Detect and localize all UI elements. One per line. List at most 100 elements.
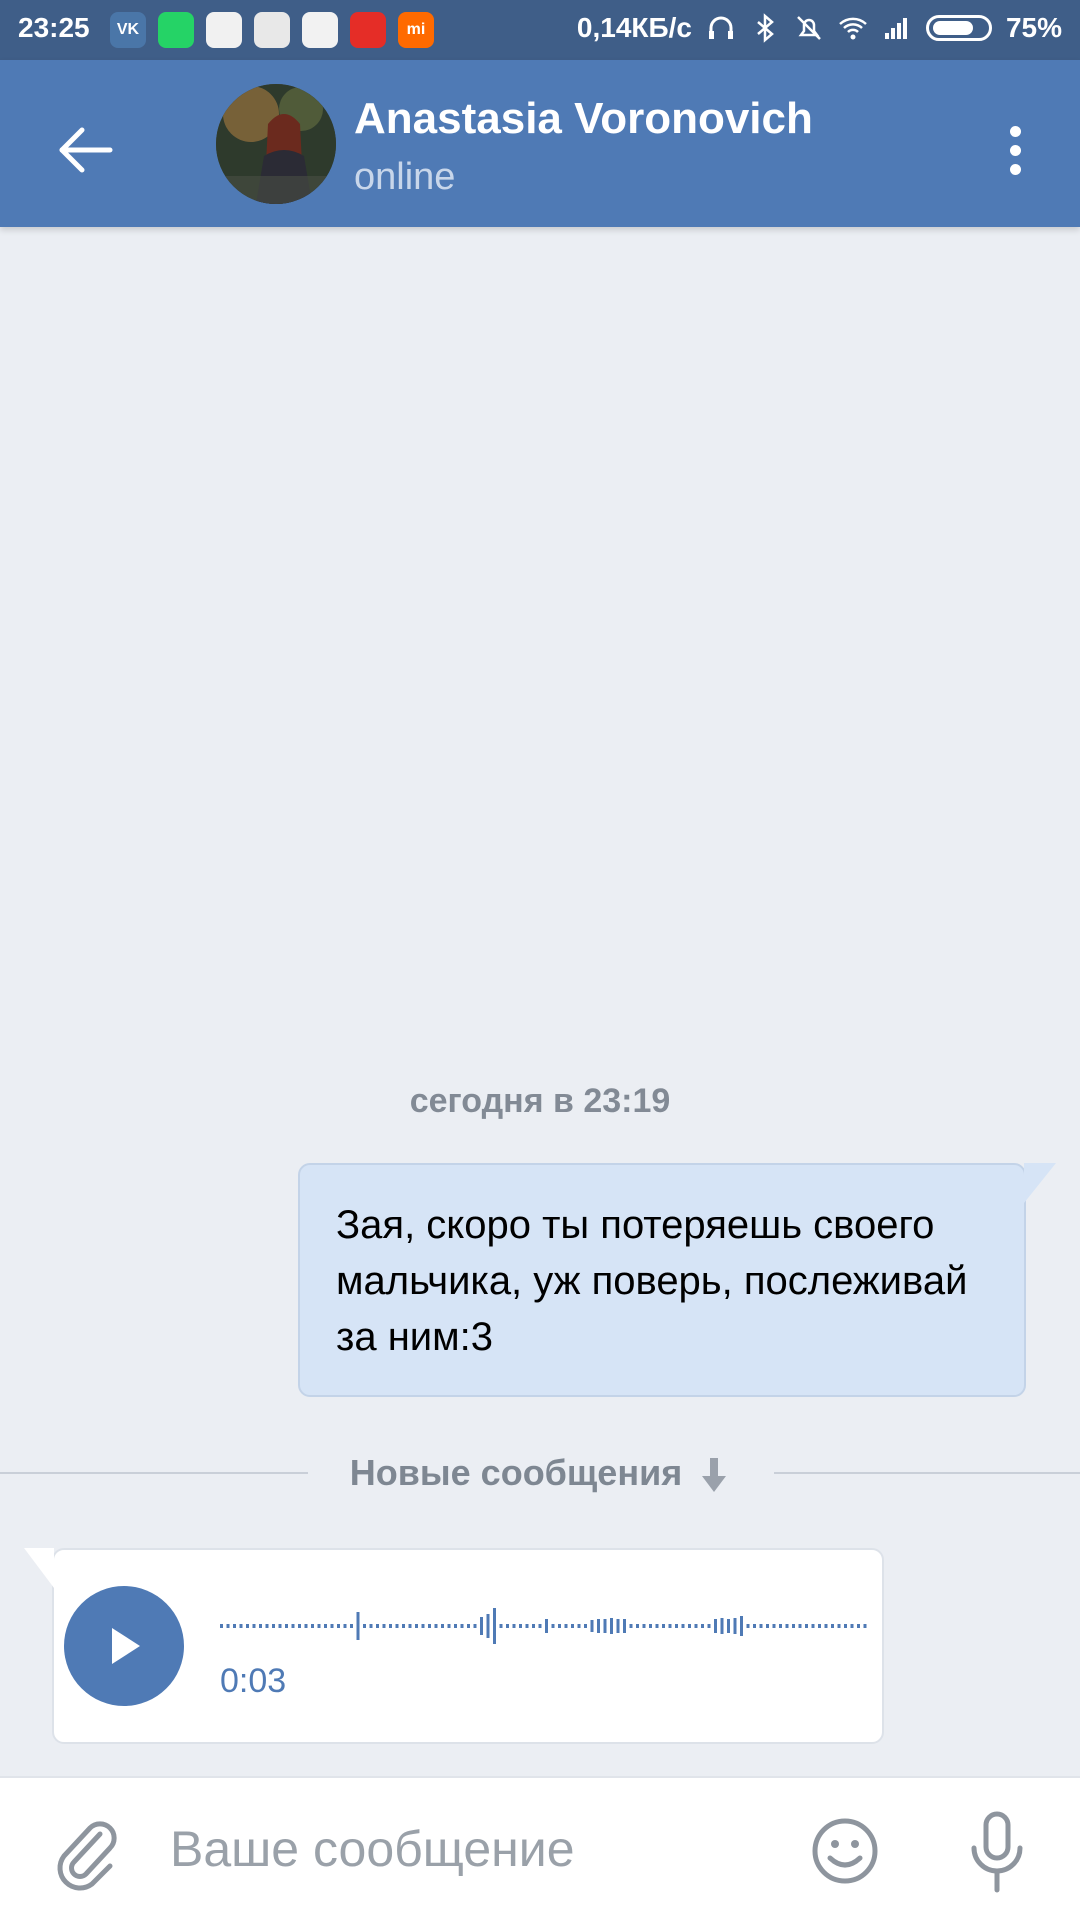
- waveform-bar: [844, 1624, 847, 1628]
- outgoing-message-bubble[interactable]: Зая, скоро ты потеряешь своего мальчика,…: [298, 1163, 1056, 1397]
- waveform-bar: [304, 1624, 308, 1628]
- waveform-bar: [220, 1624, 223, 1628]
- youtube-app-icon: [350, 12, 386, 48]
- waveform-bar: [265, 1624, 269, 1628]
- waveform-bar: [681, 1624, 685, 1628]
- waveform-bar: [603, 1619, 607, 1633]
- vk-app-icon: VK: [110, 12, 146, 48]
- waveform-bar: [720, 1618, 724, 1634]
- waveform-bar: [629, 1624, 633, 1628]
- waveform-bar: [330, 1624, 334, 1628]
- waveform-bar: [506, 1624, 509, 1628]
- status-time: 23:25: [18, 12, 90, 43]
- emoji-icon[interactable]: [810, 1816, 880, 1886]
- waveform-bar: [337, 1624, 340, 1628]
- waveform-bar: [324, 1624, 327, 1628]
- waveform-bar: [818, 1624, 821, 1628]
- notification-icons: VK mi: [110, 12, 434, 48]
- signal-icon: [884, 18, 907, 39]
- waveform-bar: [766, 1624, 769, 1628]
- waveform-bar: [369, 1624, 373, 1628]
- waveform-bar: [571, 1624, 574, 1628]
- heart-app-icon: [302, 12, 338, 48]
- waveform-bar: [525, 1624, 529, 1628]
- waveform-bar: [291, 1624, 295, 1628]
- back-arrow-icon[interactable]: [48, 110, 128, 190]
- waveform-bar: [636, 1624, 639, 1628]
- waveform-bar: [272, 1624, 275, 1628]
- waveform-bar: [779, 1624, 782, 1628]
- play-icon: [112, 1628, 140, 1664]
- waveform-bar: [486, 1614, 490, 1638]
- bell-off-icon: [797, 16, 821, 40]
- waveform-bar: [532, 1624, 535, 1628]
- waveform-bar: [395, 1624, 399, 1628]
- waveform-bar: [447, 1624, 451, 1628]
- waveform-bar: [837, 1624, 841, 1628]
- message-input-bar: [0, 1776, 1080, 1922]
- contact-avatar[interactable]: [216, 84, 336, 204]
- waveform-bar: [863, 1624, 867, 1628]
- waveform-bar: [701, 1624, 704, 1628]
- chrome-app-icon: [254, 12, 290, 48]
- waveform-bar: [772, 1624, 776, 1628]
- waveform-bar: [610, 1618, 613, 1634]
- waveform-bar: [798, 1624, 802, 1628]
- waveform-bar: [298, 1624, 301, 1628]
- new-messages-separator: Новые сообщения: [0, 1452, 1080, 1494]
- waveform-bar: [824, 1624, 828, 1628]
- waveform-bar: [831, 1624, 834, 1628]
- new-messages-label: Новые сообщения: [349, 1452, 683, 1493]
- waveform-bar: [350, 1624, 353, 1628]
- waveform-bar: [616, 1619, 620, 1633]
- whatsapp-app-icon: [158, 12, 194, 48]
- chat-header: Anastasia Voronovich online: [0, 60, 1080, 227]
- waveform-bar: [512, 1624, 516, 1628]
- waveform-bar: [733, 1618, 737, 1634]
- waveform-bar: [759, 1624, 763, 1628]
- waveform-bar: [467, 1624, 470, 1628]
- microphone-icon[interactable]: [962, 1810, 1032, 1894]
- waveform-bar: [642, 1624, 646, 1628]
- waveform-bar: [577, 1624, 581, 1628]
- waveform-bar: [252, 1624, 256, 1628]
- waveform-bar: [551, 1624, 555, 1628]
- waveform-bar: [382, 1624, 386, 1628]
- waveform-bar: [655, 1624, 659, 1628]
- waveform-bar: [662, 1624, 665, 1628]
- waveform-bar: [499, 1624, 503, 1628]
- waveform-bar: [623, 1619, 626, 1633]
- bluetooth-icon: [757, 13, 774, 43]
- contact-name[interactable]: Anastasia Voronovich: [354, 94, 813, 144]
- outgoing-message-text: Зая, скоро ты потеряешь своего мальчика,…: [336, 1203, 968, 1359]
- waveform-bar: [564, 1624, 568, 1628]
- waveform-bar: [317, 1624, 321, 1628]
- waveform-bar: [727, 1619, 730, 1633]
- waveform-bar: [421, 1624, 425, 1628]
- waveform-bar: [740, 1616, 743, 1636]
- waveform-bar: [649, 1624, 652, 1628]
- waveform-bar: [850, 1624, 854, 1628]
- mi-app-icon: mi: [398, 12, 434, 48]
- waveform-bar: [285, 1624, 288, 1628]
- waveform-bar: [259, 1624, 262, 1628]
- more-options-icon[interactable]: [980, 110, 1050, 190]
- play-button[interactable]: [64, 1586, 184, 1706]
- waveform-bar: [415, 1624, 418, 1628]
- waveform-bar: [857, 1624, 860, 1628]
- waveform-bar: [402, 1624, 405, 1628]
- waveform-bar: [239, 1624, 243, 1628]
- waveform-bar: [746, 1624, 750, 1628]
- waveform-bar: [545, 1619, 548, 1633]
- waveform-bar: [785, 1624, 789, 1628]
- waveform-bar: [753, 1624, 756, 1628]
- waveform-bar: [408, 1624, 412, 1628]
- waveform-bar: [805, 1624, 808, 1628]
- message-input[interactable]: [168, 1808, 772, 1890]
- paperclip-icon[interactable]: [50, 1812, 120, 1892]
- incoming-voice-message: 0:03: [24, 1548, 884, 1744]
- voice-waveform[interactable]: [220, 1606, 870, 1646]
- waveform-bar: [811, 1624, 815, 1628]
- waveform-bar: [792, 1624, 795, 1628]
- waveform-bar: [363, 1624, 366, 1628]
